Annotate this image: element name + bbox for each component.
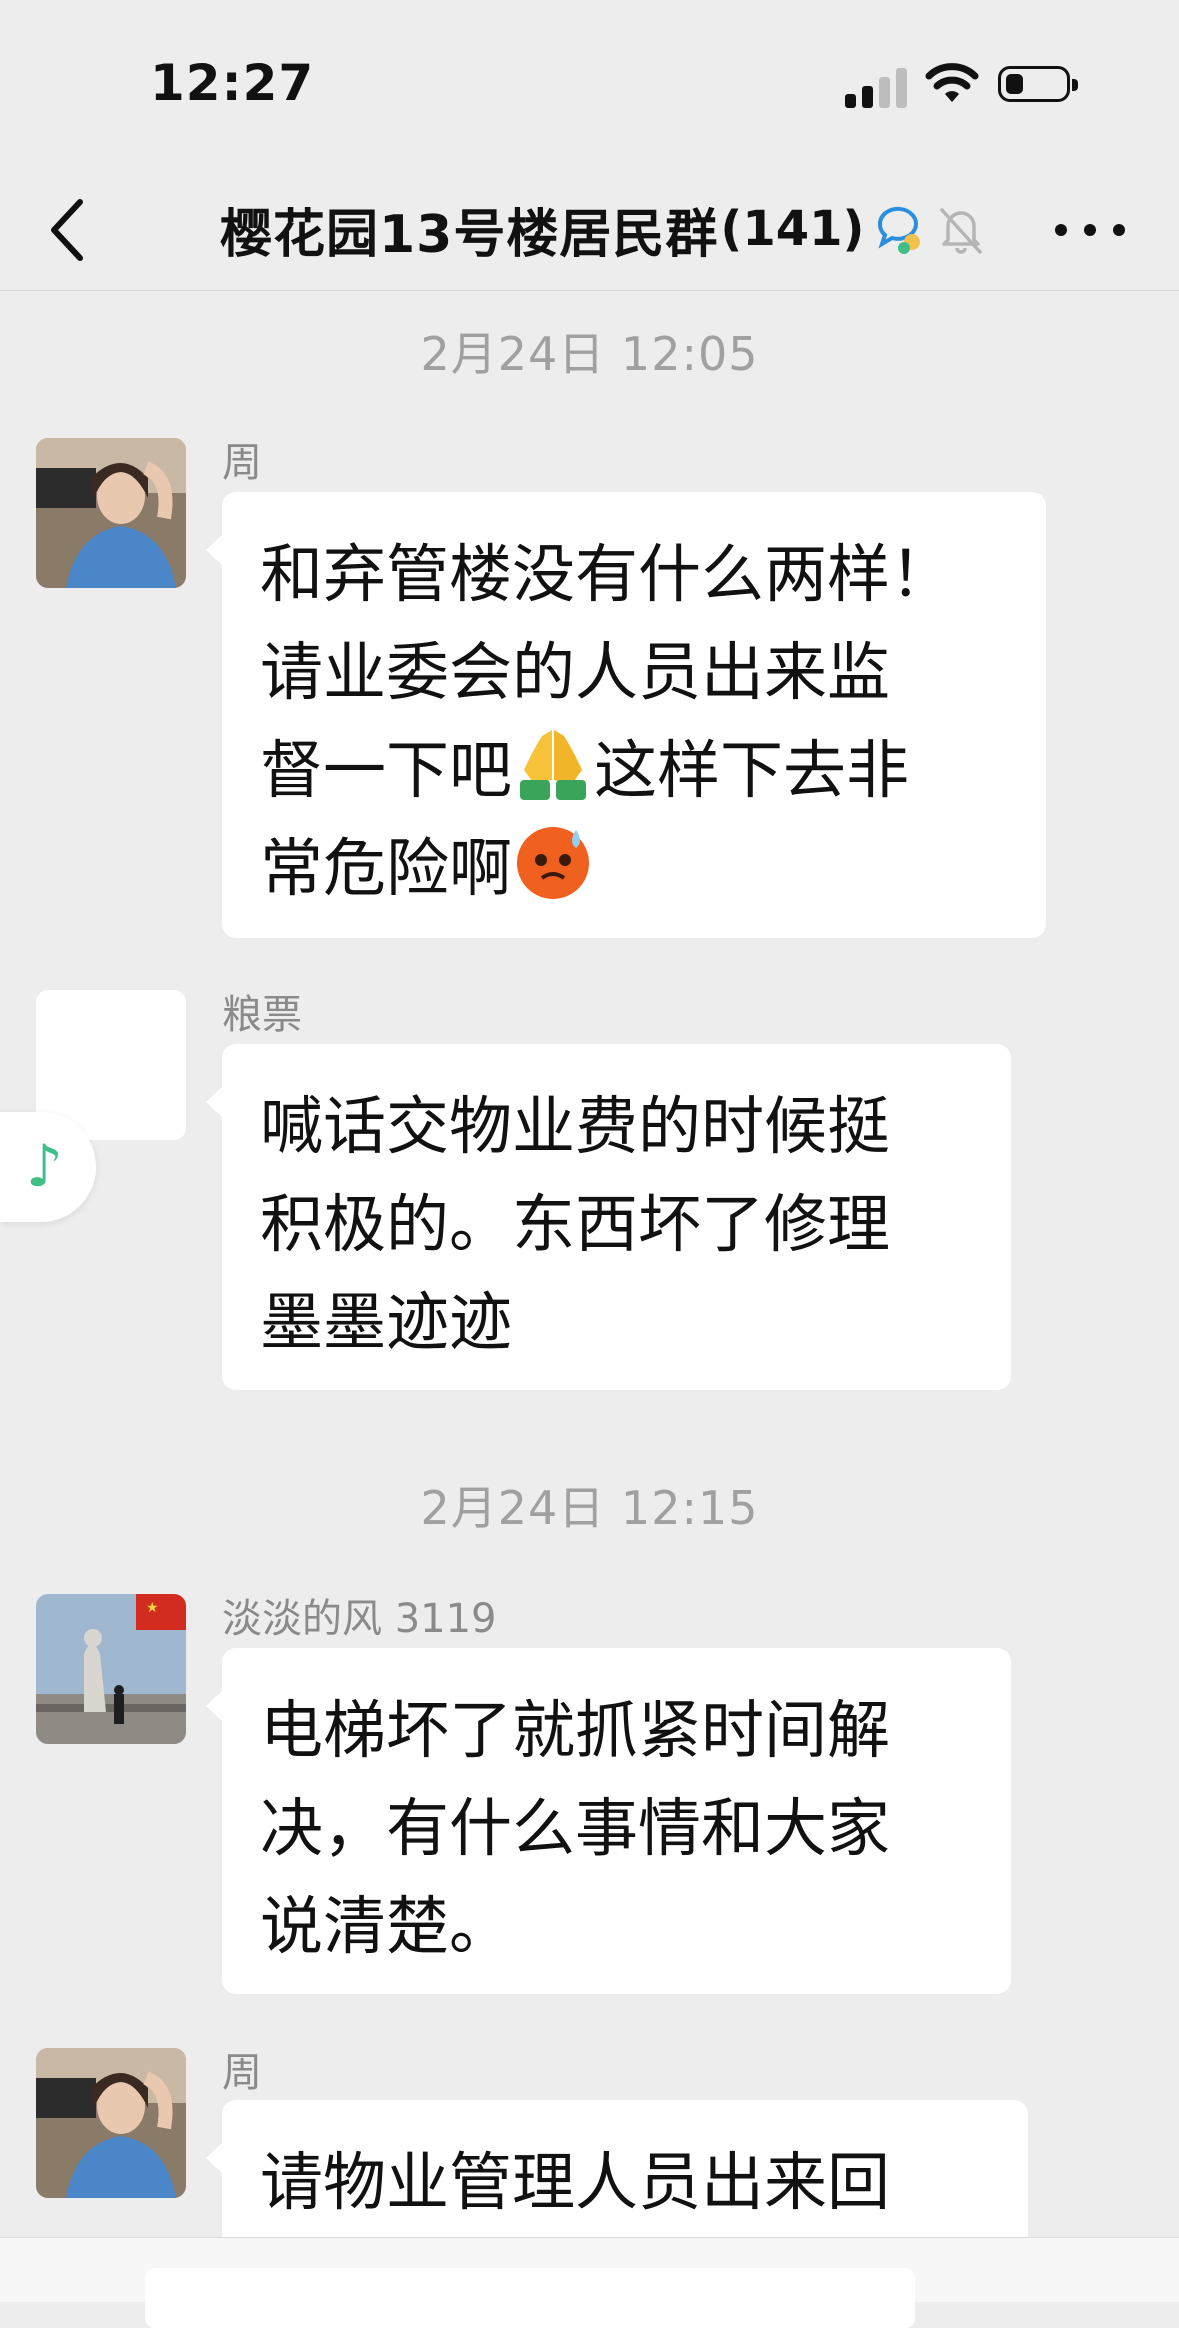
avatar-photo: ★	[36, 1594, 186, 1744]
chat-dots-icon	[878, 206, 921, 254]
status-bar: 12:27	[0, 0, 1179, 170]
member-count: (141)	[720, 201, 865, 257]
sender-name: 周	[222, 2050, 262, 2096]
folded-hands-emoji	[520, 730, 586, 800]
message-input[interactable]	[145, 2268, 915, 2328]
message-text: 督一下吧	[260, 734, 512, 807]
avatar[interactable]	[36, 2048, 186, 2198]
avatar[interactable]	[36, 438, 186, 588]
battery-level	[1006, 74, 1023, 94]
sender-name: 周	[222, 440, 262, 486]
message-line: 电梯坏了就抓紧时间解	[260, 1694, 890, 1767]
message-bubble[interactable]: 喊话交物业费的时候挺 积极的。东西坏了修理 墨墨迹迹	[206, 1044, 1011, 1390]
chat-header: 樱花园13号楼居民群 (141)	[0, 170, 1179, 291]
message-line: 墨墨迹迹	[260, 1286, 512, 1359]
sender-name: 淡淡的风 3119	[222, 1596, 497, 1642]
message-bubble[interactable]: 和弃管楼没有什么两样！ 请业委会的人员出来监 督一下吧 这样下去非 常危险啊	[206, 492, 1046, 938]
chat-title: 樱花园13号楼居民群	[220, 204, 719, 265]
timestamp: 2月24日 12:05	[420, 327, 759, 381]
message-line: 和弃管楼没有什么两样！	[260, 538, 953, 611]
anxious-face-emoji	[517, 827, 589, 899]
message-line: 督一下吧 这样下去非	[260, 722, 1010, 820]
message-line: 积极的。东西坏了修理	[260, 1188, 890, 1261]
message-line: 常危险啊	[260, 820, 1010, 918]
bottom-input-bar	[0, 2237, 1179, 2328]
more-icon[interactable]	[1055, 200, 1125, 260]
message-text: 这样下去非	[594, 734, 909, 807]
chat-title-wrap[interactable]: 樱花园13号楼居民群 (141)	[220, 194, 988, 265]
music-note-icon: ♪	[26, 1132, 64, 1200]
mute-bell-icon	[940, 208, 983, 254]
avatar-photo	[36, 438, 186, 588]
wifi-icon	[925, 63, 979, 102]
avatar-photo	[36, 2048, 186, 2198]
message-line: 请业委会的人员出来监	[260, 636, 890, 709]
status-time: 12:27	[150, 54, 315, 112]
sender-name: 粮票	[222, 992, 302, 1038]
cellular-signal-icon	[845, 66, 909, 108]
avatar[interactable]: ★	[36, 1594, 186, 1744]
timestamp: 2月24日 12:15	[420, 1481, 759, 1535]
message-line: 决，有什么事情和大家	[260, 1792, 890, 1865]
message-line: 请物业管理人员出来回	[260, 2146, 890, 2219]
battery-icon	[998, 66, 1078, 102]
message-text: 常危险啊	[260, 832, 512, 905]
message-line: 说清楚。	[260, 1890, 512, 1963]
message-bubble[interactable]: 电梯坏了就抓紧时间解 决，有什么事情和大家 说清楚。	[206, 1648, 1011, 1994]
back-icon[interactable]	[40, 190, 100, 270]
svg-text:★: ★	[146, 1600, 159, 1616]
message-line: 喊话交物业费的时候挺	[260, 1090, 890, 1163]
